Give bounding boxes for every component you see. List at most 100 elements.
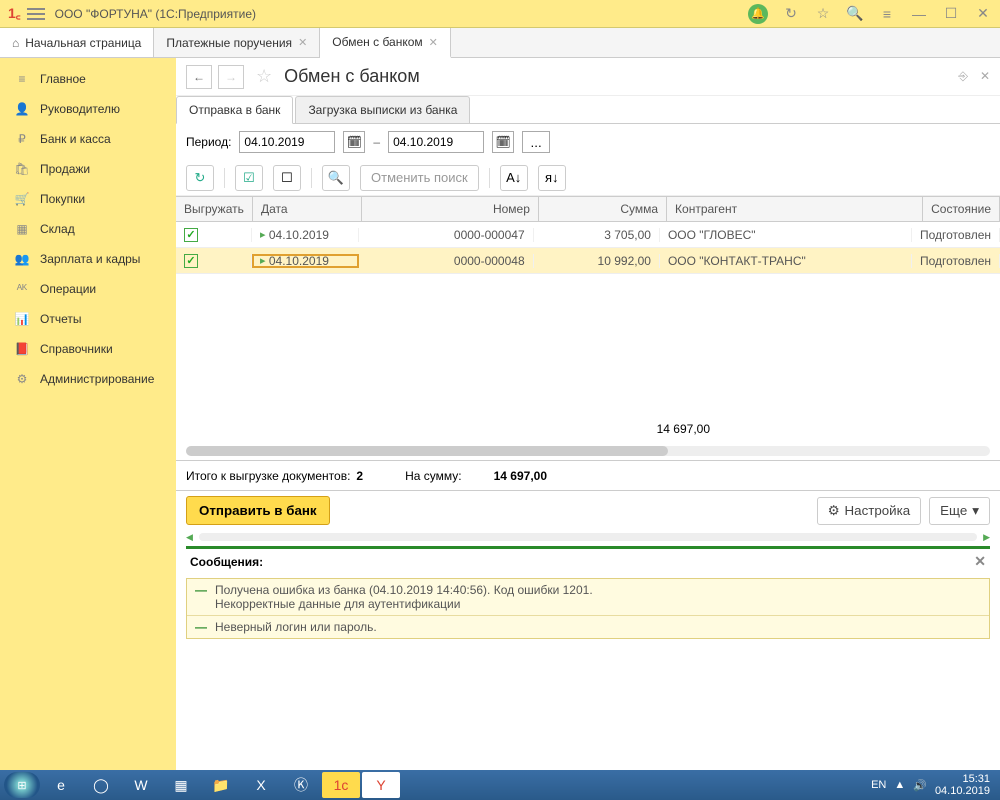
maximize-icon[interactable]: ☐	[942, 5, 960, 23]
language-indicator[interactable]: EN	[871, 779, 886, 791]
taskbar-word-icon[interactable]: W	[122, 772, 160, 798]
tab-bank-exchange[interactable]: Обмен с банком ✕	[320, 28, 451, 58]
star-icon[interactable]: ☆	[814, 5, 832, 23]
taskbar-folder-icon[interactable]: 📁	[202, 772, 240, 798]
sidebar-icon: 👤	[14, 102, 30, 116]
sidebar-icon: ₽	[14, 132, 30, 146]
tab-close-icon[interactable]: ✕	[429, 36, 438, 49]
page-header: ← → ☆ Обмен с банком ⎆ ✕	[176, 58, 1000, 96]
nav-forward-button[interactable]: →	[218, 65, 244, 89]
tab-payment-orders[interactable]: Платежные поручения ✕	[154, 28, 320, 57]
sub-tabs: Отправка в банк Загрузка выписки из банк…	[176, 96, 1000, 124]
filter-icon[interactable]: ≡	[878, 5, 896, 23]
clock[interactable]: 15:31 04.10.2019	[935, 773, 990, 797]
h-scrollbar[interactable]	[176, 442, 1000, 460]
col-contractor[interactable]: Контрагент	[667, 197, 923, 221]
minimize-icon[interactable]: —	[910, 5, 928, 23]
message-item[interactable]: — Неверный логин или пароль.	[187, 615, 989, 638]
arrow-left-icon: ◀	[186, 532, 193, 543]
period-label: Период:	[186, 135, 231, 149]
more-button[interactable]: Еще ▾	[929, 497, 990, 525]
taskbar-1c-icon[interactable]: 1с	[322, 772, 360, 798]
history-icon[interactable]: ↻	[782, 5, 800, 23]
col-state[interactable]: Состояние	[923, 197, 1000, 221]
messages-title: Сообщения:	[190, 555, 263, 569]
taskbar-ie-icon[interactable]: e	[42, 772, 80, 798]
col-sum[interactable]: Сумма	[539, 197, 667, 221]
taskbar-excel-icon[interactable]: X	[242, 772, 280, 798]
subtab-send[interactable]: Отправка в банк	[176, 96, 293, 124]
sidebar-icon: ᴬᴷ	[14, 282, 30, 296]
bell-icon[interactable]: 🔔	[748, 4, 768, 24]
sidebar-item[interactable]: 🛍 Продажи	[0, 154, 176, 184]
sidebar-item[interactable]: ≡Главное	[0, 64, 176, 94]
favorite-icon[interactable]: ☆	[256, 66, 272, 87]
nav-back-button[interactable]: ←	[186, 65, 212, 89]
sidebar-item[interactable]: ₽Банк и касса	[0, 124, 176, 154]
sidebar-item[interactable]: 📕Справочники	[0, 334, 176, 364]
tab-home[interactable]: ⌂ Начальная страница	[0, 28, 154, 57]
col-number[interactable]: Номер	[362, 197, 539, 221]
calendar-icon[interactable]: 🗓	[343, 131, 365, 153]
close-icon[interactable]: ✕	[974, 5, 992, 23]
hamburger-icon[interactable]	[27, 8, 45, 20]
search-icon[interactable]: 🔍	[846, 5, 864, 23]
settings-button[interactable]: ⚙Настройка	[817, 497, 922, 525]
dash-icon: —	[195, 620, 207, 634]
sidebar-item[interactable]: ▦Склад	[0, 214, 176, 244]
dash: –	[373, 135, 380, 149]
grid-toolbar: ↻ ☑ ☐ 🔍 Отменить поиск A↓ я↓	[176, 160, 1000, 196]
window-title: ООО "ФОРТУНА" (1С:Предприятие)	[55, 7, 748, 21]
dash-icon: —	[195, 583, 207, 597]
period-picker-button[interactable]: ...	[522, 131, 550, 153]
summary-label: Итого к выгрузке документов:	[186, 469, 350, 483]
taskbar-yandex-icon[interactable]: Y	[362, 772, 400, 798]
taskbar-chrome-icon[interactable]: ◯	[82, 772, 120, 798]
messages-close-icon[interactable]: ✕	[974, 553, 986, 570]
tray-flag-icon[interactable]: ▲	[894, 779, 905, 791]
content-area: ← → ☆ Обмен с банком ⎆ ✕ Отправка в банк…	[176, 58, 1000, 770]
page-close-icon[interactable]: ✕	[980, 69, 990, 84]
taskbar-k-icon[interactable]: Ⓚ	[282, 772, 320, 798]
sort-asc-button[interactable]: A↓	[500, 165, 528, 191]
sidebar-label: Операции	[40, 282, 96, 296]
message-item[interactable]: — Получена ошибка из банка (04.10.2019 1…	[187, 579, 989, 615]
date-from-input[interactable]: 04.10.2019	[239, 131, 335, 153]
splitter[interactable]: ◀ ▶	[176, 530, 1000, 544]
table-row[interactable]: ✓ ▸ 04.10.2019 0000-000047 3 705,00 ООО …	[176, 222, 1000, 248]
tray-volume-icon[interactable]: 🔊	[913, 779, 927, 792]
check-all-button[interactable]: ☑	[235, 165, 263, 191]
uncheck-all-button[interactable]: ☐	[273, 165, 301, 191]
col-export[interactable]: Выгружать	[176, 197, 253, 221]
subtab-load[interactable]: Загрузка выписки из банка	[295, 96, 470, 123]
sidebar-item[interactable]: 📊Отчеты	[0, 304, 176, 334]
calendar-icon[interactable]: 🗓	[492, 131, 514, 153]
taskbar-app-icon[interactable]: ▦	[162, 772, 200, 798]
checkbox[interactable]: ✓	[184, 254, 198, 268]
sidebar-item[interactable]: 👤Руководителю	[0, 94, 176, 124]
sidebar-label: Склад	[40, 222, 75, 236]
table-row[interactable]: ✓ ▸ 04.10.2019 0000-000048 10 992,00 ООО…	[176, 248, 1000, 274]
windows-taskbar: ⊞ e ◯ W ▦ 📁 X Ⓚ 1с Y EN ▲ 🔊 15:31 04.10.…	[0, 770, 1000, 800]
summary-label2: На сумму:	[405, 469, 462, 483]
checkbox[interactable]: ✓	[184, 228, 198, 242]
tab-close-icon[interactable]: ✕	[298, 36, 307, 49]
grid-header: Выгружать Дата Номер Сумма Контрагент Со…	[176, 196, 1000, 222]
sidebar-item[interactable]: 👥Зарплата и кадры	[0, 244, 176, 274]
titlebar-controls: 🔔 ↻ ☆ 🔍 ≡ — ☐ ✕	[748, 4, 992, 24]
find-button[interactable]: 🔍	[322, 165, 350, 191]
refresh-button[interactable]: ↻	[186, 165, 214, 191]
sidebar-item[interactable]: ᴬᴷ Операции	[0, 274, 176, 304]
sidebar-label: Продажи	[40, 162, 90, 176]
sort-desc-button[interactable]: я↓	[538, 165, 566, 191]
date-to-input[interactable]: 04.10.2019	[388, 131, 484, 153]
start-button[interactable]: ⊞	[4, 772, 40, 798]
send-to-bank-button[interactable]: Отправить в банк	[186, 496, 330, 525]
cancel-search-button[interactable]: Отменить поиск	[360, 165, 479, 191]
sidebar-item[interactable]: 🛒Покупки	[0, 184, 176, 214]
link-icon[interactable]: ⎆	[958, 69, 968, 84]
sidebar-item[interactable]: ⚙Администрирование	[0, 364, 176, 394]
sidebar-icon: 🛍	[14, 162, 30, 176]
col-date[interactable]: Дата	[253, 197, 362, 221]
home-icon: ⌂	[12, 36, 19, 50]
